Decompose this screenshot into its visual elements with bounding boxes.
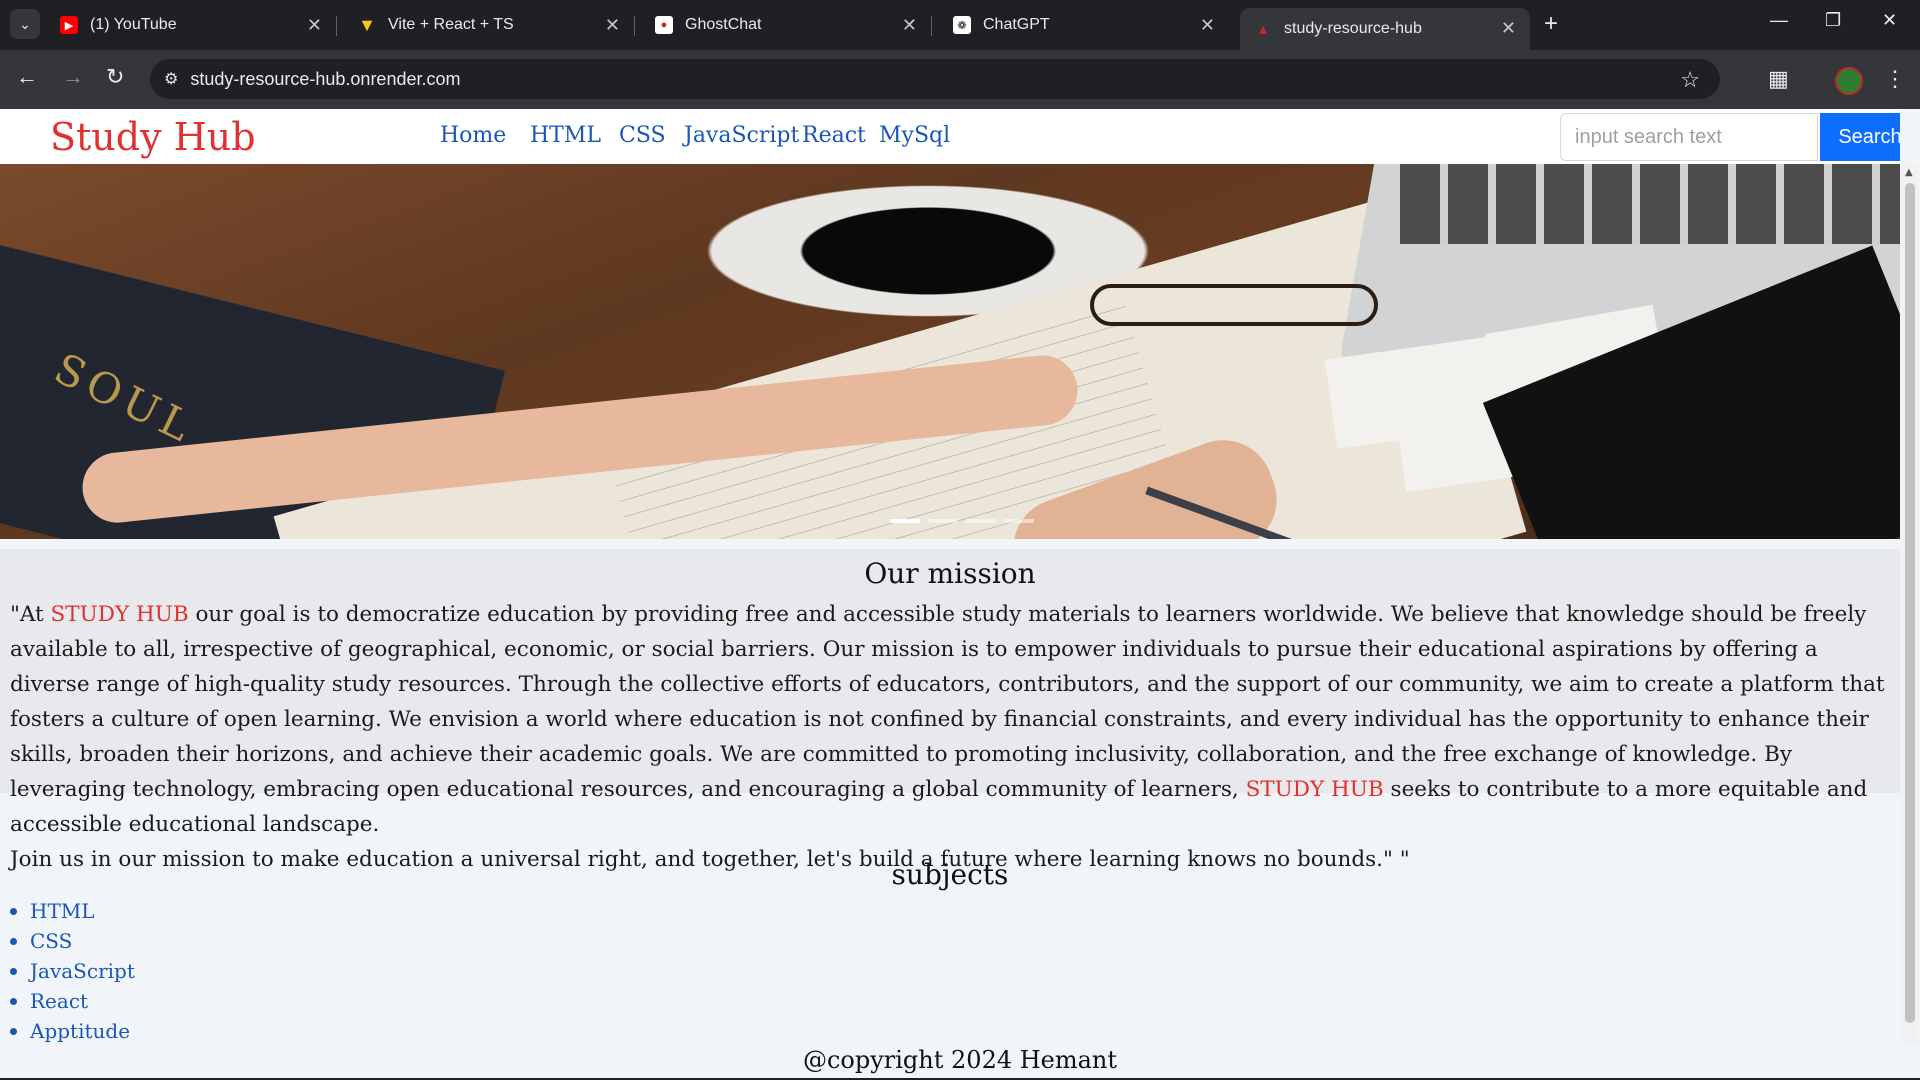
reload-icon[interactable]: ↻ [106,64,124,90]
bullet-icon [10,937,17,945]
address-bar[interactable]: ⚙ study-resource-hub.onrender.com ☆ [150,59,1720,99]
carousel-indicator[interactable] [890,519,920,523]
tab-title: study-resource-hub [1284,20,1422,37]
tab-separator [336,16,337,36]
youtube-icon: ▶ [60,16,78,34]
tab-search-chevron-icon[interactable]: ⌄ [10,9,40,39]
hero-keyboard-shape [1400,164,1900,244]
site-favicon-icon: ▲ [1256,21,1270,37]
subjects-list: HTML CSS JavaScript React Apptitude [10,896,135,1046]
restore-icon[interactable]: ❐ [1825,10,1841,31]
subject-link-javascript[interactable]: JavaScript [30,959,135,983]
site-navbar: Study Hub Home HTML CSS JavaScript React… [0,109,1900,164]
browser-toolbar: ← → ↻ ⚙ study-resource-hub.onrender.com … [0,50,1920,109]
search-input[interactable]: input search text [1560,113,1818,161]
nav-link-react[interactable]: React [802,123,866,148]
search-button[interactable]: Search [1820,113,1900,161]
nav-link-css[interactable]: CSS [619,123,666,148]
subject-item[interactable]: HTML [10,896,135,926]
tab-title: ChatGPT [983,16,1050,33]
site-info-icon[interactable]: ⚙ [164,69,178,89]
nav-link-home[interactable]: Home [440,123,506,148]
subject-link-react[interactable]: React [30,989,88,1013]
close-tab-icon[interactable]: ✕ [605,15,620,36]
forward-icon[interactable]: → [62,64,84,90]
footer-copyright: @copyright 2024 Hemant [802,1046,1118,1074]
subject-item[interactable]: React [10,986,135,1016]
page-scrollbar[interactable]: ▲ [1902,165,1918,1045]
bullet-icon [10,907,17,915]
carousel-indicator[interactable] [1004,519,1034,523]
mission-paragraph: "At STUDY HUB our goal is to democratize… [10,597,1890,877]
back-icon[interactable]: ← [16,64,38,90]
tab-title: GhostChat [685,16,762,33]
tab-separator [634,16,635,36]
new-tab-icon[interactable]: + [1544,10,1558,38]
tab-youtube[interactable]: ▶ (1) YouTube ✕ [46,8,337,42]
mission-section: Our mission "At STUDY HUB our goal is to… [0,549,1900,872]
subject-link-html[interactable]: HTML [30,899,95,923]
close-tab-icon[interactable]: ✕ [1200,15,1215,36]
bullet-icon [10,1027,17,1035]
ghostchat-icon: ● [655,16,673,34]
extensions-icon[interactable]: ▦ [1768,66,1789,92]
nav-link-javascript[interactable]: JavaScript [684,123,799,148]
close-tab-icon[interactable]: ✕ [307,15,322,36]
scrollbar-thumb[interactable] [1905,183,1915,1023]
brand-logo[interactable]: Study Hub [50,115,256,159]
bullet-icon [10,997,17,1005]
nav-link-html[interactable]: HTML [530,123,601,148]
carousel-indicator[interactable] [928,519,958,523]
subject-link-css[interactable]: CSS [30,929,72,953]
mission-text-prefix: "At [10,602,51,627]
scroll-up-icon[interactable]: ▲ [1905,167,1913,178]
hero-carousel[interactable]: SOUL [0,164,1900,539]
vite-icon: ▼ [358,14,376,35]
chatgpt-icon: ❁ [953,16,971,34]
hero-glasses-shape [1090,284,1378,326]
subject-item[interactable]: Apptitude [10,1016,135,1046]
tab-ghostchat[interactable]: ● GhostChat ✕ [641,8,932,42]
close-tab-icon[interactable]: ✕ [1501,18,1516,39]
tab-chatgpt[interactable]: ❁ ChatGPT ✕ [939,8,1229,42]
tab-vite[interactable]: ▼ Vite + React + TS ✕ [344,8,635,42]
close-tab-icon[interactable]: ✕ [902,15,917,36]
url-text: study-resource-hub.onrender.com [190,68,461,89]
carousel-indicators [890,519,1034,523]
tab-study-resource-hub[interactable]: ▲ study-resource-hub ✕ [1240,8,1530,50]
brand-highlight: STUDY HUB [50,602,189,627]
subject-item[interactable]: CSS [10,926,135,956]
tab-title: Vite + React + TS [388,16,514,33]
carousel-indicator[interactable] [966,519,996,523]
close-window-icon[interactable]: ✕ [1882,10,1897,31]
mission-text-body: our goal is to democratize education by … [10,602,1885,802]
brand-highlight: STUDY HUB [1245,777,1384,802]
tab-separator [931,16,932,36]
mission-heading: Our mission [864,557,1036,590]
bookmark-star-icon[interactable]: ☆ [1680,67,1700,93]
profile-avatar[interactable] [1835,67,1863,95]
menu-dots-icon[interactable]: ⋮ [1884,66,1906,92]
browser-tab-bar: ⌄ ▶ (1) YouTube ✕ ▼ Vite + React + TS ✕ … [0,0,1920,50]
tab-title: (1) YouTube [90,16,177,33]
nav-link-mysql[interactable]: MySql [879,123,950,148]
subject-item[interactable]: JavaScript [10,956,135,986]
bullet-icon [10,967,17,975]
minimize-icon[interactable]: — [1770,10,1788,31]
page-content: Study Hub Home HTML CSS JavaScript React… [0,109,1900,1080]
subjects-heading: subjects [891,858,1009,891]
subject-link-apptitude[interactable]: Apptitude [30,1019,130,1043]
